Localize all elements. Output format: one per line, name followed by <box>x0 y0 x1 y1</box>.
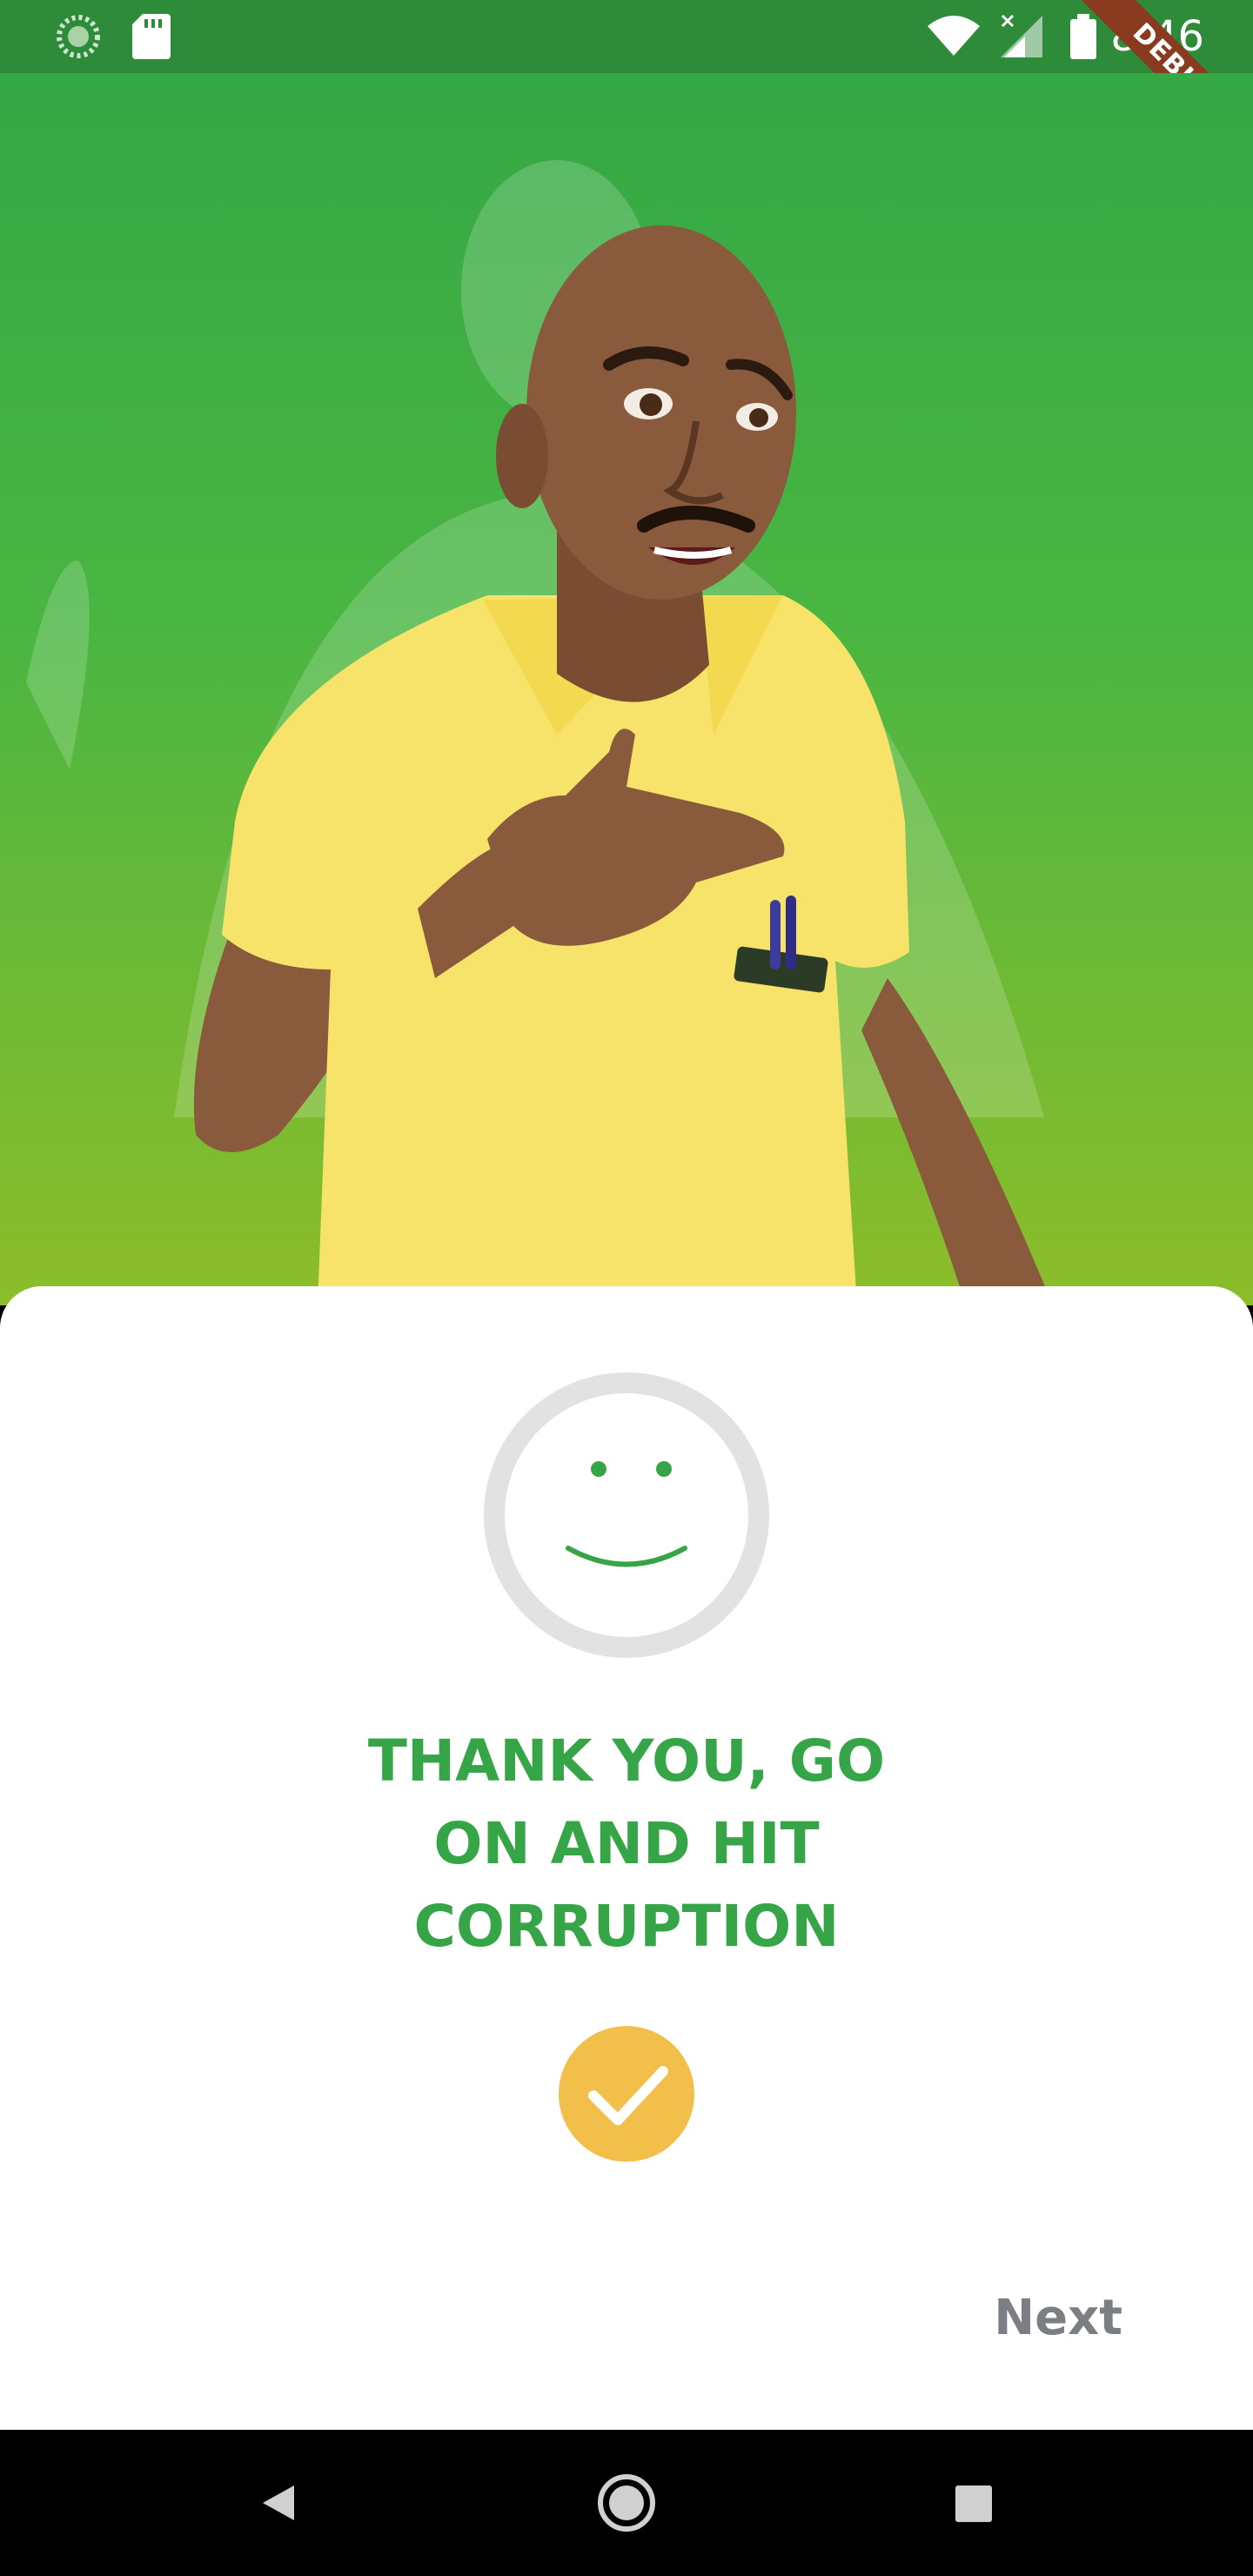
status-bar: 8:46 <box>0 0 1253 73</box>
smiley-face-icon <box>484 1372 769 1658</box>
wifi-icon <box>928 16 980 56</box>
message-line: CORRUPTION <box>413 1893 840 1960</box>
sync-icon <box>57 15 100 58</box>
back-icon[interactable] <box>244 2468 313 2538</box>
thank-you-message: THANK YOU, GO ON AND HIT CORRUPTION <box>0 1720 1253 1968</box>
avatar-illustration <box>26 160 1053 1305</box>
result-card: THANK YOU, GO ON AND HIT CORRUPTION Next <box>0 1286 1253 2430</box>
hero-illustration <box>0 73 1253 1305</box>
message-line: THANK YOU, GO <box>367 1727 886 1794</box>
next-button[interactable]: Next <box>994 2287 1122 2350</box>
check-circle-icon <box>559 2026 694 2162</box>
message-line: ON AND HIT <box>433 1810 820 1877</box>
navigation-bar <box>0 2430 1253 2576</box>
signal-icon <box>1001 14 1042 57</box>
sd-card-icon <box>132 14 171 59</box>
home-icon[interactable] <box>592 2468 661 2538</box>
recents-icon[interactable] <box>938 2468 1008 2538</box>
